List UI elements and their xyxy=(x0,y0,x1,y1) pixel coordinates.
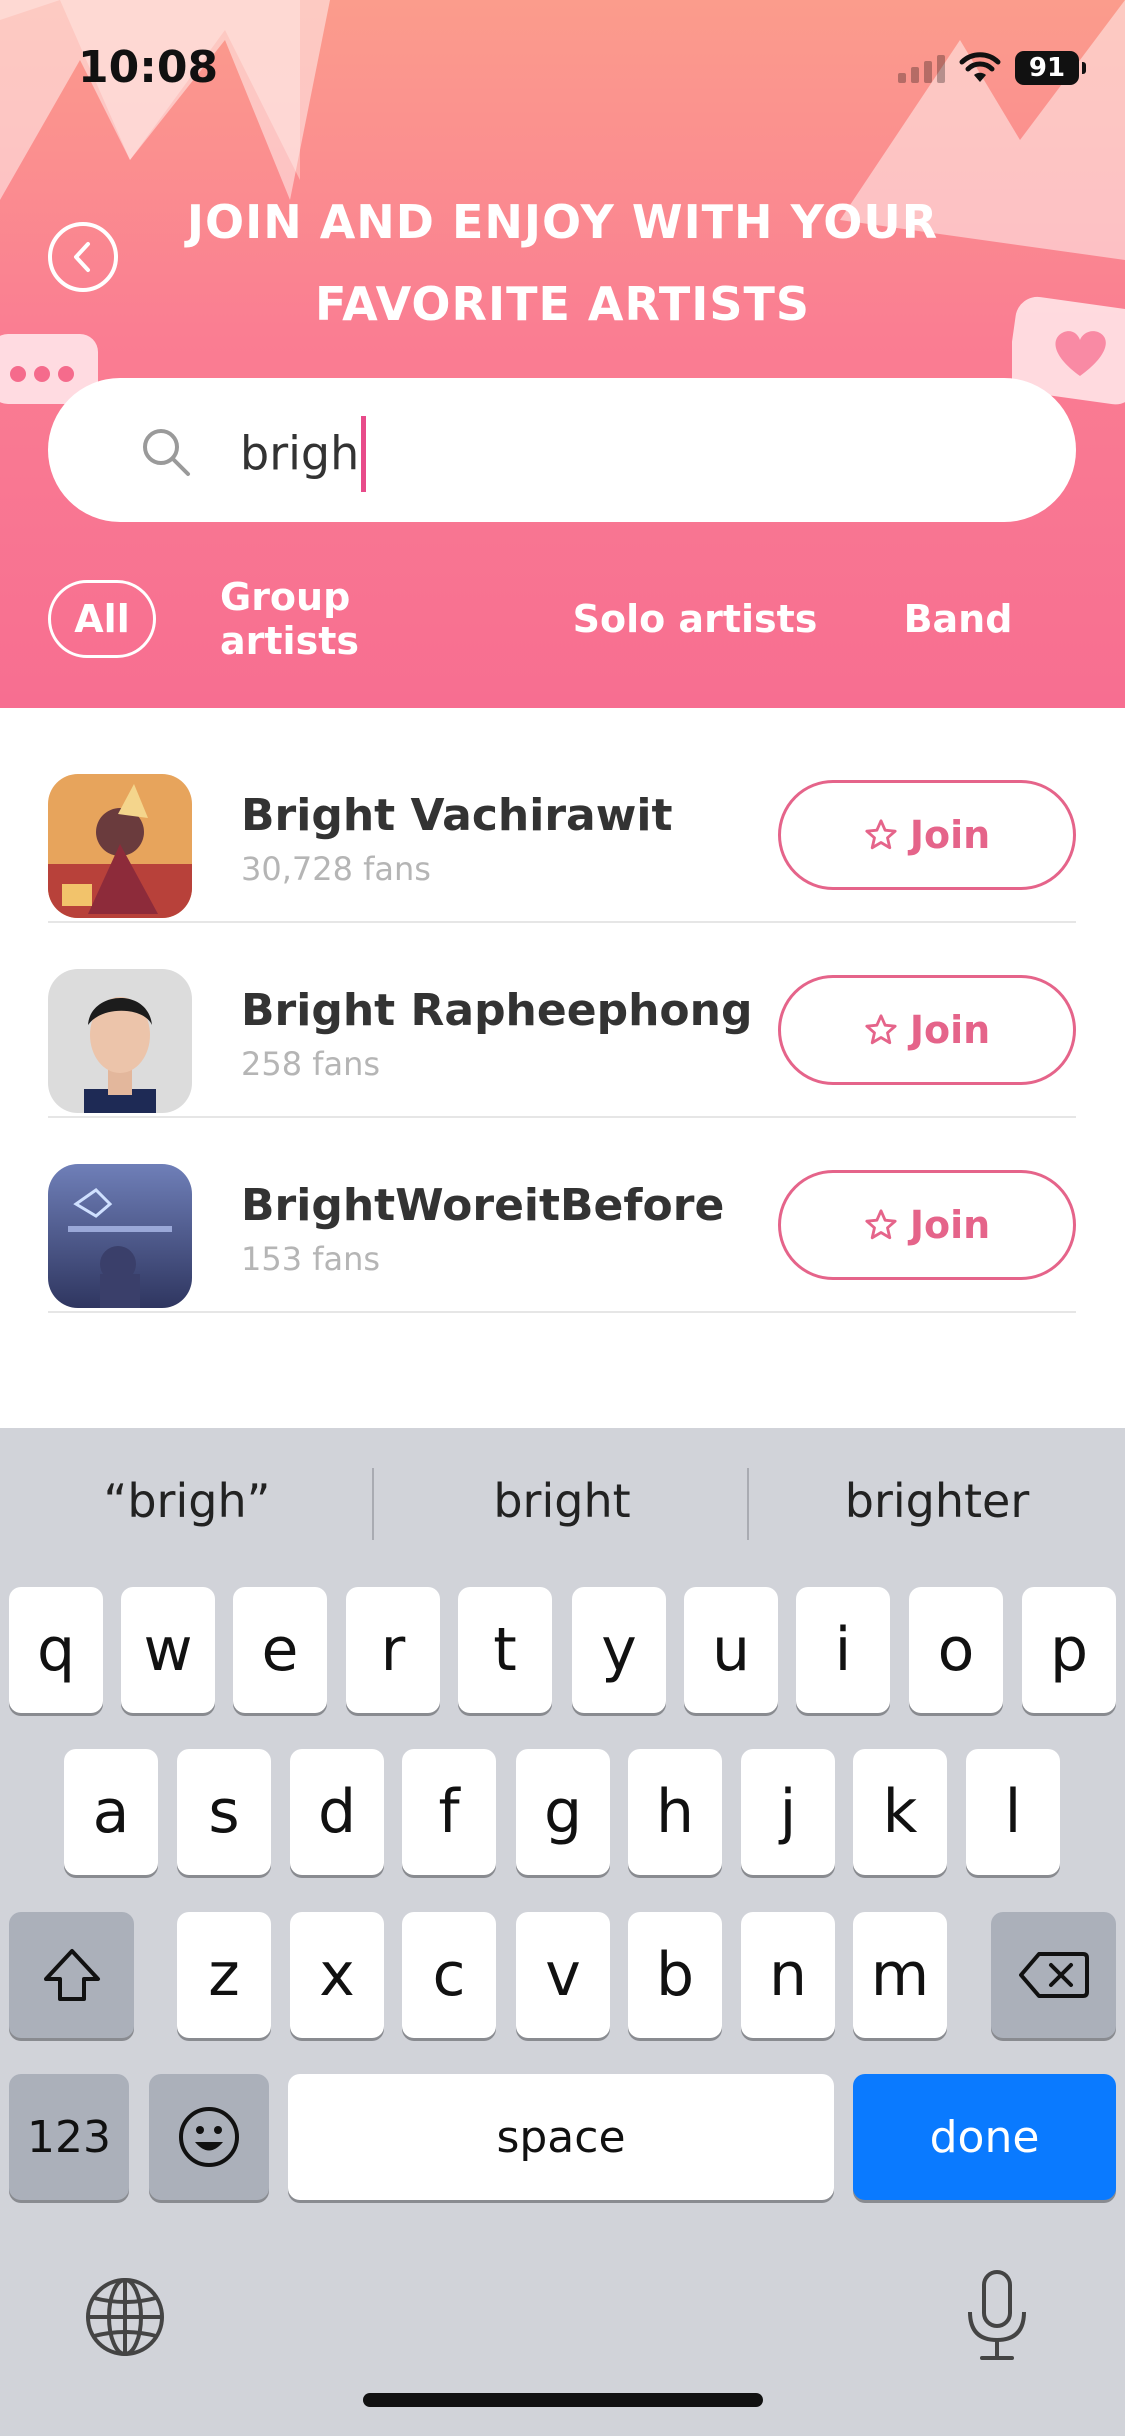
artist-avatar xyxy=(48,969,192,1113)
fan-count: 258 fans xyxy=(241,1045,381,1083)
fan-count: 153 fans xyxy=(241,1240,381,1278)
battery-icon: 91 xyxy=(1015,51,1086,85)
star-icon xyxy=(865,1014,897,1045)
cellular-signal-icon xyxy=(898,53,945,83)
filter-tab-band[interactable]: Band xyxy=(896,580,1020,658)
key-l[interactable]: l xyxy=(966,1749,1060,1875)
key-v[interactable]: v xyxy=(516,1912,610,2038)
space-key[interactable]: space xyxy=(288,2074,834,2200)
join-label: Join xyxy=(909,1008,991,1052)
globe-icon[interactable] xyxy=(84,2276,166,2358)
join-button[interactable]: Join xyxy=(778,975,1076,1085)
done-key[interactable]: done xyxy=(853,2074,1116,2200)
key-t[interactable]: t xyxy=(458,1587,552,1713)
key-f[interactable]: f xyxy=(402,1749,496,1875)
artist-name: BrightWoreitBefore xyxy=(241,1180,725,1231)
page-title-line2: FAVORITE ARTISTS xyxy=(315,277,810,331)
status-time: 10:08 xyxy=(78,42,219,93)
backspace-icon xyxy=(1018,1952,1089,1998)
key-o[interactable]: o xyxy=(909,1587,1003,1713)
star-icon xyxy=(865,819,897,850)
key-d[interactable]: d xyxy=(290,1749,384,1875)
shift-key[interactable] xyxy=(9,1912,134,2038)
emoji-key[interactable] xyxy=(149,2074,269,2200)
home-indicator[interactable] xyxy=(363,2393,763,2407)
key-k[interactable]: k xyxy=(853,1749,947,1875)
key-w[interactable]: w xyxy=(121,1587,215,1713)
artist-row[interactable]: Bright Vachirawit 30,728 fans Join xyxy=(48,728,1076,923)
artist-name: Bright Vachirawit xyxy=(241,790,673,841)
key-y[interactable]: y xyxy=(572,1587,666,1713)
key-i[interactable]: i xyxy=(796,1587,890,1713)
key-a[interactable]: a xyxy=(64,1749,158,1875)
back-button[interactable] xyxy=(48,222,118,292)
join-label: Join xyxy=(909,813,991,857)
artist-row[interactable]: Bright Rapheephong 258 fans Join xyxy=(48,923,1076,1118)
artist-avatar xyxy=(48,1164,192,1308)
search-input-value: brigh xyxy=(240,426,360,481)
keyboard: “brigh” bright brighter q w e r t y u i … xyxy=(0,1428,1125,2436)
join-button[interactable]: Join xyxy=(778,780,1076,890)
suggestion-divider xyxy=(372,1468,374,1540)
numbers-key[interactable]: 123 xyxy=(9,2074,129,2200)
artist-avatar xyxy=(48,774,192,918)
suggestion-2[interactable]: bright xyxy=(392,1466,732,1536)
search-icon xyxy=(143,429,190,476)
star-icon xyxy=(865,1209,897,1240)
fan-count: 30,728 fans xyxy=(241,850,431,888)
key-j[interactable]: j xyxy=(741,1749,835,1875)
artist-row[interactable]: BrightWoreitBefore 153 fans Join xyxy=(48,1118,1076,1313)
key-s[interactable]: s xyxy=(177,1749,271,1875)
join-button[interactable]: Join xyxy=(778,1170,1076,1280)
key-c[interactable]: c xyxy=(402,1912,496,2038)
delete-key[interactable] xyxy=(991,1912,1116,2038)
search-input[interactable]: brigh xyxy=(240,416,367,492)
key-x[interactable]: x xyxy=(290,1912,384,2038)
key-u[interactable]: u xyxy=(684,1587,778,1713)
suggestion-3[interactable]: brighter xyxy=(767,1466,1107,1536)
key-z[interactable]: z xyxy=(177,1912,271,2038)
key-q[interactable]: q xyxy=(9,1587,103,1713)
chevron-left-icon xyxy=(74,242,90,272)
wifi-icon xyxy=(959,52,1001,82)
key-g[interactable]: g xyxy=(516,1749,610,1875)
search-bar[interactable]: brigh xyxy=(48,378,1076,522)
key-h[interactable]: h xyxy=(628,1749,722,1875)
key-m[interactable]: m xyxy=(853,1912,947,2038)
artist-name: Bright Rapheephong xyxy=(241,985,753,1036)
key-b[interactable]: b xyxy=(628,1912,722,2038)
filter-tab-solo-artists[interactable]: Solo artists xyxy=(570,580,820,658)
header: 10:08 91 JOIN AND ENJOY WITH YOUR FAVORI… xyxy=(0,0,1125,708)
status-icons: 91 xyxy=(898,48,1086,88)
text-cursor xyxy=(361,416,367,492)
suggestion-1[interactable]: “brigh” xyxy=(17,1466,357,1536)
key-e[interactable]: e xyxy=(233,1587,327,1713)
filter-tab-group-artists[interactable]: Group artists xyxy=(220,575,494,663)
suggestion-divider xyxy=(747,1468,749,1540)
key-r[interactable]: r xyxy=(346,1587,440,1713)
microphone-icon[interactable] xyxy=(962,2268,1032,2364)
filter-tab-all[interactable]: All xyxy=(48,580,156,658)
key-n[interactable]: n xyxy=(741,1912,835,2038)
page-title-line1: JOIN AND ENJOY WITH YOUR xyxy=(186,195,939,249)
shift-icon xyxy=(43,1949,100,2001)
key-p[interactable]: p xyxy=(1022,1587,1116,1713)
join-label: Join xyxy=(909,1203,991,1247)
emoji-icon xyxy=(179,2107,239,2167)
